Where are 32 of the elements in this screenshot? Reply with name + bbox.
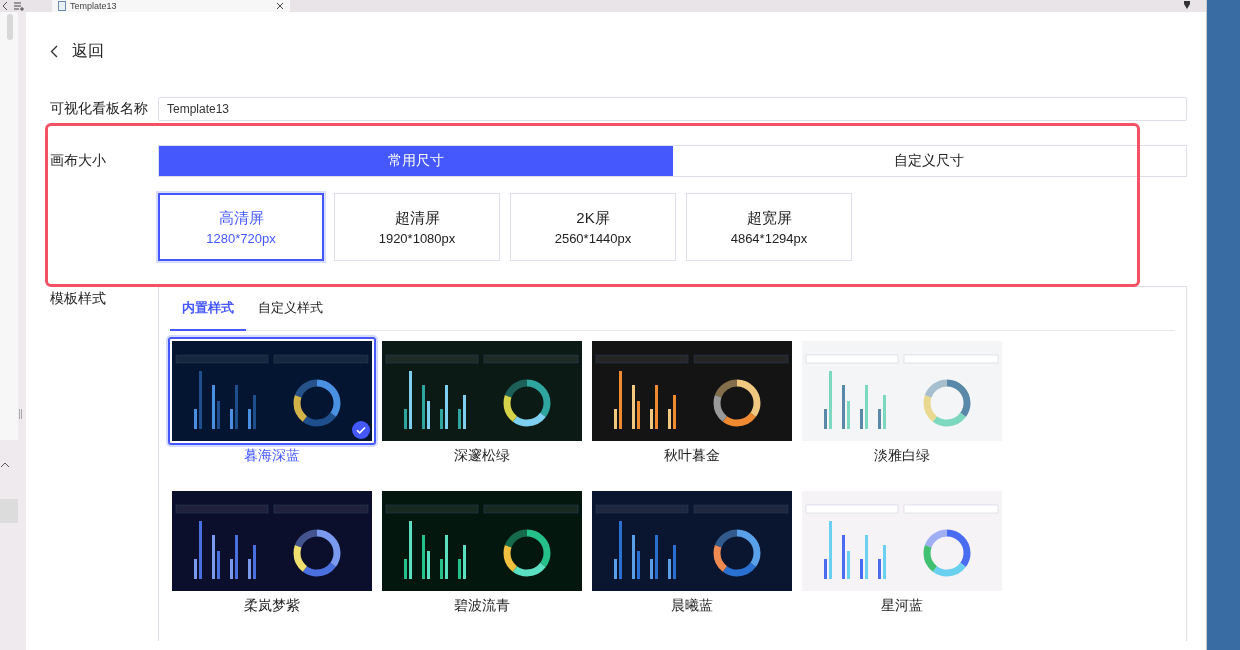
tab-title: Template13: [70, 0, 118, 12]
field-label: 模板样式: [50, 290, 107, 308]
size-option[interactable]: 高清屏 1280*720px: [158, 193, 324, 261]
field-label: 可视化看板名称: [50, 100, 149, 118]
size-option[interactable]: 超清屏 1920*1080px: [334, 193, 500, 261]
chevron-left-icon: [50, 44, 58, 58]
splitter-handle[interactable]: [19, 409, 22, 419]
theme-name: 秋叶暮金: [664, 447, 720, 465]
style-tab[interactable]: 内置样式: [170, 287, 246, 331]
theme-name: 暮海深蓝: [244, 447, 300, 465]
style-tab[interactable]: 自定义样式: [246, 287, 335, 331]
size-option[interactable]: 2K屏 2560*1440px: [510, 193, 676, 261]
back-icon[interactable]: [2, 2, 8, 10]
document-icon: [58, 1, 66, 11]
field-label: 画布大小: [50, 151, 107, 170]
back-link[interactable]: 返回: [50, 39, 104, 63]
document-tab[interactable]: Template13: [52, 0, 290, 12]
size-option[interactable]: 超宽屏 4864*1294px: [686, 193, 852, 261]
theme-name: 柔岚梦紫: [244, 597, 300, 615]
size-mode-tab[interactable]: 常用尺寸: [159, 146, 673, 176]
check-icon: [352, 421, 370, 439]
theme-name: 星河蓝: [881, 597, 923, 615]
collapse-icon[interactable]: [1, 462, 9, 467]
theme-name: 深邃松绿: [454, 447, 510, 465]
pin-icon[interactable]: [1182, 1, 1192, 11]
theme-name: 碧波流青: [454, 597, 510, 615]
tab-list-icon[interactable]: [14, 1, 24, 11]
name-input[interactable]: Template13: [158, 97, 1187, 121]
close-icon[interactable]: [276, 2, 284, 10]
theme-name: 晨曦蓝: [671, 597, 713, 615]
scrollbar-thumb[interactable]: [7, 14, 13, 40]
theme-name: 淡雅白绿: [874, 447, 930, 465]
